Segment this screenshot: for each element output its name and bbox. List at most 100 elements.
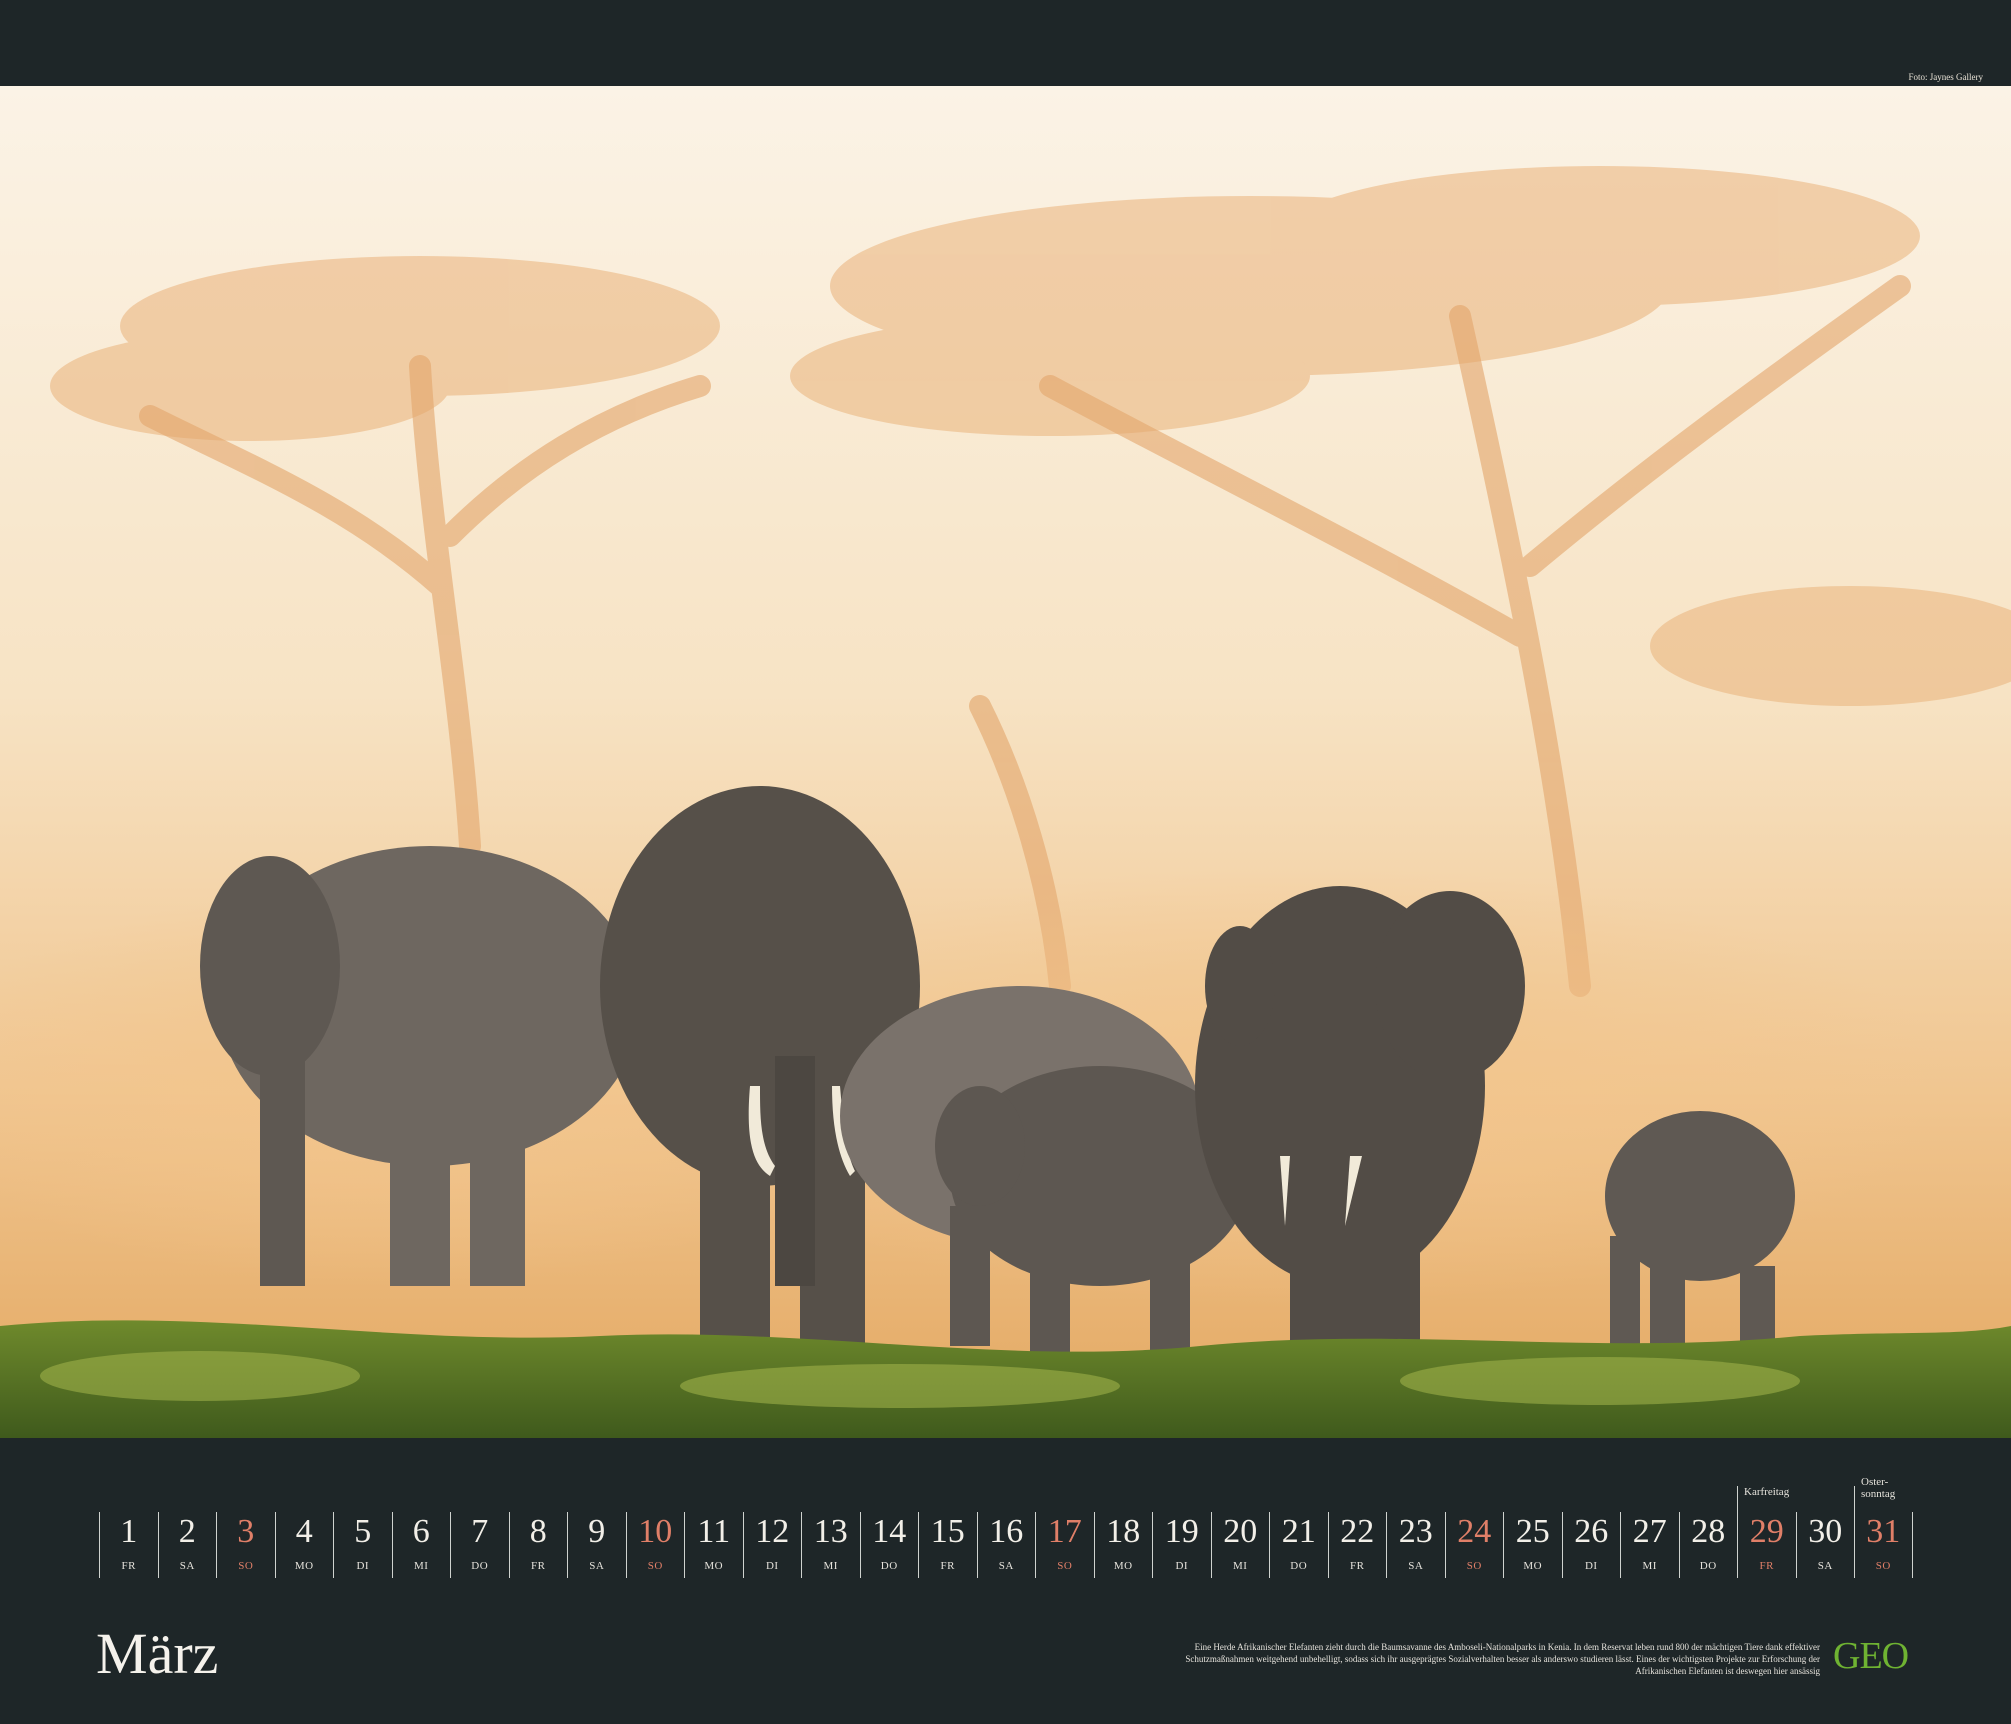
day-number: 15 (930, 1513, 965, 1550)
weekday-label: FR (940, 1560, 955, 1572)
weekday-label: SO (1057, 1560, 1073, 1572)
day-number: 2 (178, 1513, 196, 1550)
day-cell: 21 DO (1269, 1512, 1328, 1578)
weekday-label: MI (1233, 1560, 1248, 1572)
month-title: März (96, 1621, 219, 1686)
day-cell: 26 DI (1561, 1512, 1621, 1578)
day-cell: 9 SA (567, 1512, 626, 1578)
day-cell: 17 SO (1035, 1512, 1094, 1578)
day-cell: 27 MI (1620, 1512, 1679, 1578)
weekday-label: SO (238, 1560, 254, 1572)
day-number: 20 (1223, 1513, 1258, 1550)
day-cell: 6 MI (391, 1512, 451, 1578)
weekday-label: FR (531, 1560, 546, 1572)
holiday-label: Oster- sonntag (1861, 1476, 1896, 1500)
weekday-label: FR (121, 1560, 136, 1572)
weekday-label: DI (1584, 1560, 1598, 1572)
day-cell: 25 MO (1503, 1512, 1562, 1578)
day-number: 18 (1106, 1513, 1141, 1550)
day-number: 23 (1398, 1513, 1433, 1550)
weekday-label: DI (1175, 1560, 1189, 1572)
day-cell: 8 FR (508, 1512, 568, 1578)
day-cell: 10 SO (625, 1512, 685, 1578)
day-cell: 11 MO (684, 1512, 743, 1578)
photo-caption: Eine Herde Afrikanischer Elefanten zieht… (1185, 1642, 1820, 1676)
day-number: 28 (1691, 1513, 1726, 1550)
weekday-label: MO (1113, 1560, 1133, 1572)
day-number: 24 (1457, 1513, 1492, 1550)
day-cell: 12 DI (742, 1512, 802, 1578)
day-number: 19 (1164, 1513, 1199, 1550)
weekday-label: SA (1817, 1560, 1833, 1572)
day-cell: 29 FR Karfreitag (1736, 1486, 1796, 1578)
geo-logo: GEO (1833, 1635, 1909, 1677)
day-number: 9 (588, 1513, 606, 1550)
day-number: 27 (1632, 1513, 1667, 1550)
weekday-label: SO (1466, 1560, 1482, 1572)
day-number: 26 (1574, 1513, 1609, 1550)
day-number: 10 (638, 1513, 673, 1550)
weekday-label: MI (414, 1560, 429, 1572)
weekday-label: MI (823, 1560, 838, 1572)
weekday-label: MO (704, 1560, 724, 1572)
weekday-label: DO (1699, 1560, 1717, 1572)
weekday-label: DO (1290, 1560, 1308, 1572)
day-number: 25 (1515, 1513, 1550, 1550)
day-cell: 1 FR (99, 1512, 158, 1578)
weekday-label: FR (1759, 1560, 1774, 1572)
day-number: 16 (989, 1513, 1024, 1550)
weekday-label: FR (1350, 1560, 1365, 1572)
day-number: 13 (813, 1513, 848, 1550)
photo-credit: Foto: Jaynes Gallery (1908, 72, 1984, 82)
day-number: 11 (697, 1513, 731, 1550)
day-cell: 30 SA (1795, 1512, 1855, 1578)
day-cell: 31 SO Oster- sonntag (1853, 1476, 1913, 1578)
day-cell: 19 DI (1152, 1512, 1211, 1578)
day-cell: 4 MO (274, 1512, 334, 1578)
day-number: 6 (412, 1513, 430, 1550)
day-number: 8 (529, 1513, 547, 1550)
day-cell: 28 DO (1678, 1512, 1738, 1578)
weekday-label: SO (1875, 1560, 1891, 1572)
day-number: 1 (120, 1513, 138, 1550)
weekday-label: DO (880, 1560, 898, 1572)
weekday-label: SA (179, 1560, 195, 1572)
day-cell: 18 MO (1093, 1512, 1153, 1578)
day-number: 29 (1749, 1513, 1784, 1550)
day-cell: 7 DO (450, 1512, 509, 1578)
day-cell: 14 DO (859, 1512, 919, 1578)
day-number: 14 (872, 1513, 907, 1550)
calendar-footer (0, 1438, 2011, 1724)
day-number: 31 (1866, 1513, 1901, 1550)
day-number: 5 (354, 1513, 372, 1550)
day-number: 3 (237, 1513, 255, 1550)
day-cell: 3 SO (216, 1512, 275, 1578)
day-number: 22 (1340, 1513, 1375, 1550)
holiday-label: Karfreitag (1744, 1486, 1790, 1498)
holiday-tick (1736, 1486, 1738, 1512)
day-cell: 5 DI (333, 1512, 392, 1578)
day-number: 17 (1047, 1513, 1082, 1550)
day-number: 21 (1281, 1513, 1316, 1550)
day-cell: 2 SA (157, 1512, 217, 1578)
day-cell: 24 SO (1444, 1512, 1504, 1578)
day-cell: 20 MI (1210, 1512, 1270, 1578)
top-bar (0, 0, 2011, 86)
day-cell: 23 SA (1386, 1512, 1445, 1578)
day-number: 4 (295, 1513, 313, 1550)
day-strip: 1 FR 2 SA 3 SO 4 MO 5 DI 6 MI 7 DO 8 FR 9 SA 10 SO 11 MO 12 DI 1… (99, 1476, 1914, 1578)
elephant-photo (0, 86, 2011, 1438)
weekday-label: MI (1642, 1560, 1657, 1572)
weekday-label: MO (294, 1560, 314, 1572)
holiday-tick (1853, 1486, 1855, 1512)
weekday-label: DI (765, 1560, 779, 1572)
weekday-label: SO (647, 1560, 663, 1572)
day-cell: 22 FR (1327, 1512, 1387, 1578)
day-cell: 15 FR (918, 1512, 977, 1578)
weekday-label: DO (471, 1560, 489, 1572)
day-cell: 16 SA (976, 1512, 1036, 1578)
weekday-label: SA (1408, 1560, 1424, 1572)
day-number: 30 (1808, 1513, 1843, 1550)
weekday-label: SA (998, 1560, 1014, 1572)
day-number: 12 (755, 1513, 790, 1550)
